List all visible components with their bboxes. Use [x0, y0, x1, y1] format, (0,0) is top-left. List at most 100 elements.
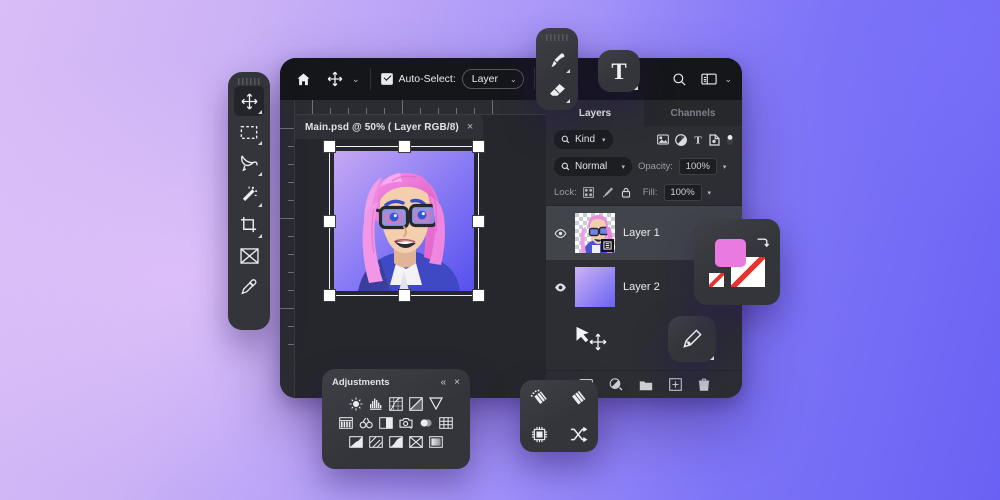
tool-flyout-indicator[interactable] [258, 234, 262, 238]
invert-icon[interactable] [349, 434, 364, 449]
tool-flyout-indicator[interactable] [566, 69, 570, 73]
black-white-icon[interactable] [379, 415, 394, 430]
fill-chevron-down-icon[interactable]: ▾ [708, 189, 712, 197]
foreground-color-swatch[interactable] [715, 239, 746, 267]
opacity-chevron-down-icon[interactable]: ▾ [723, 163, 727, 171]
brightness-contrast-icon[interactable] [349, 396, 364, 411]
document-tab[interactable]: Main.psd @ 50% ( Layer RGB/8) × [295, 115, 484, 139]
move-tool[interactable] [234, 86, 264, 116]
tool-flyout-indicator[interactable] [258, 110, 262, 114]
tool-flyout-indicator[interactable] [634, 86, 638, 90]
gradient-map-icon[interactable] [429, 434, 444, 449]
magic-wand-tool[interactable] [234, 179, 264, 209]
auto-select-checkbox[interactable]: Auto-Select: [380, 73, 456, 85]
neural-filter-tool[interactable] [525, 419, 555, 449]
posterize-icon[interactable] [369, 434, 384, 449]
levels-icon[interactable] [369, 396, 384, 411]
top-toolbar: ⌄ Auto-Select: Layer ⌄ ⌄ [280, 58, 742, 100]
transform-handle-bottom-center[interactable] [398, 290, 410, 301]
lock-pixels-icon[interactable] [582, 187, 594, 198]
layer-thumbnail[interactable] [575, 213, 615, 253]
transform-handle-middle-right[interactable] [473, 215, 484, 227]
move-tool-caret[interactable]: ⌄ [352, 74, 360, 85]
layer-name[interactable]: Layer 2 [623, 281, 660, 293]
lock-all-icon[interactable] [621, 187, 631, 198]
tab-channels[interactable]: Channels [644, 100, 742, 126]
tool-flyout-indicator[interactable] [710, 356, 714, 360]
eraser-tool[interactable] [542, 75, 572, 105]
tool-flyout-indicator[interactable] [566, 99, 570, 103]
type-filter-icon[interactable]: T [693, 134, 703, 145]
new-group-icon[interactable] [639, 379, 653, 391]
photo-filter-icon[interactable] [399, 415, 414, 430]
panel-drag-handle[interactable] [546, 34, 568, 41]
rectangular-select-tool[interactable] [234, 117, 264, 147]
sharpen-tool[interactable] [564, 383, 594, 413]
transform-handle-bottom-right[interactable] [473, 290, 484, 301]
layer-visibility-icon[interactable] [554, 283, 567, 292]
blend-mode-dropdown[interactable]: Normal ▾ [554, 157, 632, 176]
selected-artwork[interactable] [324, 141, 484, 301]
collapse-icon[interactable]: « [441, 377, 447, 388]
lasso-tool[interactable] [234, 148, 264, 178]
adjustment-filter-icon[interactable] [675, 133, 687, 146]
search-icon[interactable] [666, 66, 692, 92]
image-filter-icon[interactable] [657, 134, 669, 145]
exposure-icon[interactable] [409, 396, 424, 411]
adjustment-icon[interactable] [609, 378, 623, 391]
new-layer-icon[interactable] [668, 378, 682, 391]
close-icon[interactable]: × [454, 377, 460, 388]
close-icon[interactable]: × [467, 121, 473, 133]
fill-value[interactable]: 100% [663, 184, 702, 201]
type-tool[interactable]: T [598, 50, 640, 92]
brush-tool[interactable] [542, 45, 572, 75]
color-balance-icon[interactable] [359, 415, 374, 430]
vertical-ruler[interactable] [280, 100, 295, 398]
checkbox-box[interactable] [380, 73, 393, 85]
channel-mixer-icon[interactable] [419, 415, 434, 430]
frame-tool[interactable] [234, 241, 264, 271]
toolbar-drag-handle[interactable] [238, 78, 260, 85]
transform-handle-top-left[interactable] [324, 141, 335, 152]
pen-tool[interactable] [668, 316, 716, 362]
default-colors-swatch[interactable] [709, 273, 724, 287]
move-tool-icon[interactable] [322, 66, 348, 92]
threshold-icon[interactable] [389, 434, 404, 449]
vibrance-icon[interactable] [429, 396, 444, 411]
opacity-value[interactable]: 100% [678, 158, 717, 175]
workspace-caret[interactable]: ⌄ [724, 74, 732, 85]
selective-color-icon[interactable] [409, 434, 424, 449]
page-title: Adjustments [332, 377, 390, 388]
blur-tool[interactable] [525, 383, 555, 413]
delete-layer-icon[interactable] [698, 378, 710, 391]
tool-flyout-indicator[interactable] [258, 203, 262, 207]
home-icon[interactable] [290, 66, 316, 92]
left-toolbar [228, 72, 270, 330]
auto-select-dropdown[interactable]: Layer ⌄ [461, 69, 524, 89]
eyedropper-tool[interactable] [234, 272, 264, 302]
crop-tool[interactable] [234, 210, 264, 240]
adjustments-row-2 [339, 415, 454, 430]
smart-object-icon [601, 239, 614, 252]
transform-handle-top-right[interactable] [473, 141, 484, 152]
adjustments-controls: « × [441, 377, 460, 388]
tool-flyout-indicator[interactable] [258, 141, 262, 145]
transform-handle-bottom-left[interactable] [324, 290, 335, 301]
color-lookup-icon[interactable] [439, 415, 454, 430]
layer-visibility-icon[interactable] [554, 228, 567, 238]
workspace-icon[interactable] [696, 66, 722, 92]
lock-paint-icon[interactable] [602, 187, 613, 198]
shuffle-tool[interactable] [564, 419, 594, 449]
curves-icon[interactable] [389, 396, 404, 411]
kind-filter-dropdown[interactable]: Kind ▾ [554, 130, 613, 149]
search-icon [561, 135, 570, 144]
hue-saturation-icon[interactable] [339, 415, 354, 430]
layer-name[interactable]: Layer 1 [623, 227, 660, 239]
transform-handle-middle-left[interactable] [324, 215, 335, 227]
transform-handle-top-center[interactable] [398, 141, 410, 152]
toggle-dot-icon[interactable] [726, 134, 734, 146]
shape-filter-icon[interactable] [709, 133, 720, 146]
swap-arrow-icon[interactable] [755, 235, 769, 249]
layer-thumbnail[interactable] [575, 267, 615, 307]
tool-flyout-indicator[interactable] [258, 172, 262, 176]
